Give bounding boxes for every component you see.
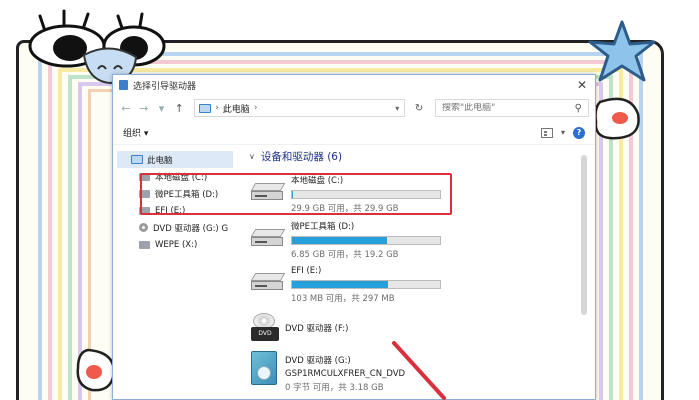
- hard-drive-icon: [250, 273, 287, 299]
- usage-fill: [292, 281, 389, 288]
- nav-item-drive-g[interactable]: DVD 驱动器 (G:) G: [113, 219, 237, 236]
- recent-locations-button[interactable]: ▾: [155, 102, 169, 115]
- usage-bar: [291, 280, 441, 289]
- drive-name: 微PE工具箱 (D:): [291, 222, 355, 232]
- window-title: 选择引导驱动器: [133, 81, 197, 92]
- drive-item-d[interactable]: 微PE工具箱 (D:) 6.85 GB 可用，共 19.2 GB: [250, 221, 441, 260]
- group-title: 设备和驱动器 (6): [260, 150, 343, 163]
- address-separator: ›: [215, 103, 219, 113]
- pink-blob-icon: [594, 97, 640, 140]
- organize-button[interactable]: 组织 ▾: [123, 126, 148, 139]
- drive-name: EFI (E:): [291, 266, 322, 276]
- nav-item-drive-x[interactable]: WEPE (X:): [113, 236, 237, 253]
- forward-button[interactable]: →: [137, 102, 151, 115]
- dvd-icon: [139, 223, 148, 232]
- search-input[interactable]: [442, 103, 575, 113]
- address-separator-2: ›: [253, 103, 258, 113]
- drive-space: 103 MB 可用，共 297 MB: [291, 294, 395, 304]
- usage-bar: [291, 236, 441, 245]
- window-app-icon: [119, 80, 128, 90]
- usage-fill: [292, 237, 387, 244]
- nav-item-this-pc[interactable]: 此电脑: [117, 151, 233, 168]
- select-boot-drive-window: 选择引导驱动器 ✕ ← → ▾ ↑ › 此电脑 › ▾ ↻ ⚲ 组织 ▾ ▾ ?: [112, 74, 596, 400]
- drive-space: 6.85 GB 可用，共 19.2 GB: [291, 250, 399, 260]
- nav-item-label: WEPE (X:): [155, 239, 198, 250]
- drive-item-e[interactable]: EFI (E:) 103 MB 可用，共 297 MB: [250, 265, 441, 304]
- address-path[interactable]: 此电脑: [223, 102, 250, 115]
- dvd-drive-icon: DVD: [251, 313, 279, 343]
- star-icon: [588, 20, 656, 82]
- red-arrow-icon: [392, 341, 446, 400]
- nav-item-label: 此电脑: [147, 155, 173, 166]
- title-bar: 选择引导驱动器 ✕: [113, 75, 595, 95]
- address-bar-row: ← → ▾ ↑ › 此电脑 › ▾ ↻ ⚲: [113, 95, 595, 121]
- chevron-down-icon[interactable]: ∨: [249, 152, 255, 161]
- command-toolbar: 组织 ▾ ▾ ?: [113, 121, 595, 145]
- up-button[interactable]: ↑: [172, 102, 186, 115]
- nav-item-label: DVD 驱动器 (G:) G: [153, 223, 229, 234]
- this-pc-icon: [199, 103, 212, 113]
- refresh-button[interactable]: ↻: [411, 103, 427, 114]
- search-icon[interactable]: ⚲: [575, 103, 582, 114]
- search-box[interactable]: ⚲: [435, 99, 589, 117]
- group-header-devices[interactable]: ∨ 设备和驱动器 (6): [249, 147, 595, 165]
- back-button[interactable]: ←: [119, 102, 133, 115]
- drive-icon: [139, 240, 150, 249]
- drive-name: DVD 驱动器 (F:): [285, 324, 349, 334]
- help-button[interactable]: ?: [573, 126, 585, 139]
- red-highlight-box: [140, 173, 452, 215]
- hard-drive-icon: [250, 229, 287, 255]
- address-dropdown-button[interactable]: ▾: [390, 99, 404, 117]
- installer-disc-icon: [251, 351, 277, 385]
- drive-item-f[interactable]: DVD DVD 驱动器 (F:): [251, 311, 348, 343]
- view-options-icon[interactable]: [540, 127, 553, 138]
- close-button[interactable]: ✕: [577, 78, 587, 92]
- view-dropdown-button[interactable]: ▾: [561, 128, 565, 137]
- this-pc-icon: [131, 155, 143, 164]
- vertical-scrollbar[interactable]: [581, 145, 587, 399]
- address-box[interactable]: › 此电脑 › ▾: [194, 99, 406, 117]
